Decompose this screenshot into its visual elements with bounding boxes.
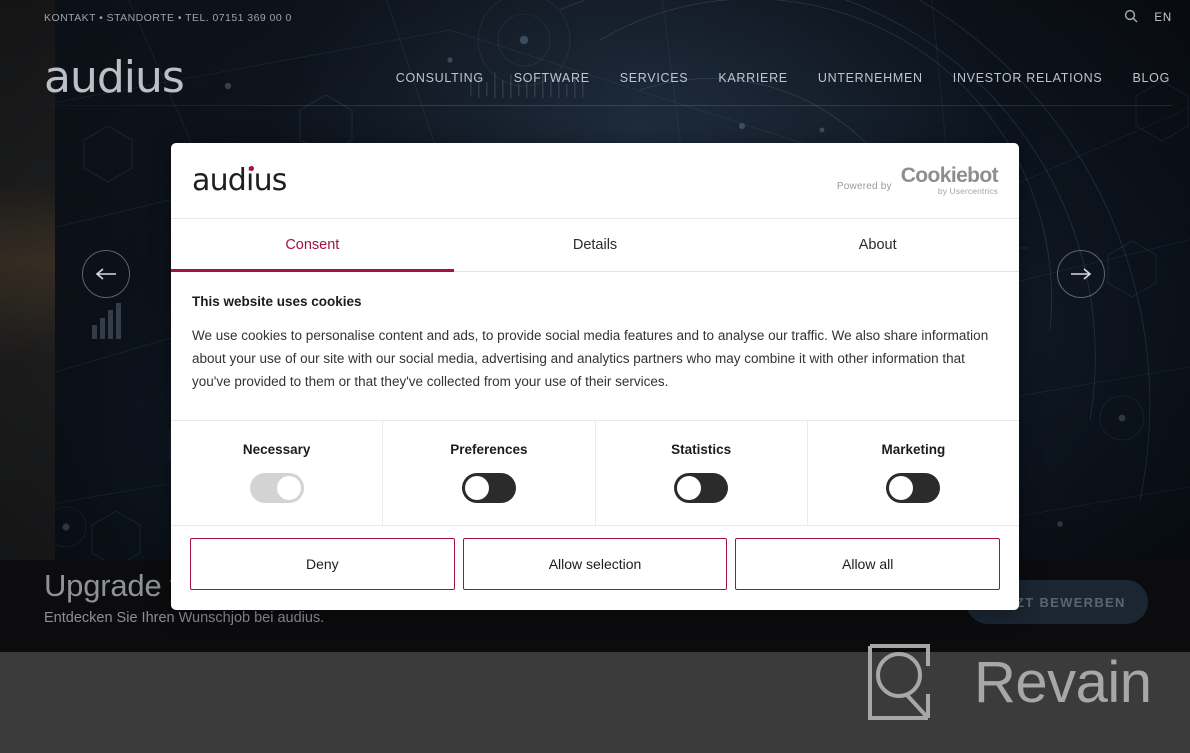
dialog-header: audius Powered by Cookiebot by Usercentr… (171, 143, 1019, 218)
nav-item-blog[interactable]: BLOG (1132, 71, 1170, 85)
arrow-right-icon (1071, 268, 1092, 280)
nav-item-unternehmen[interactable]: UNTERNEHMEN (818, 71, 923, 85)
nav-item-investor-relations[interactable]: INVESTOR RELATIONS (953, 71, 1103, 85)
category-marketing: Marketing (808, 421, 1019, 525)
dialog-tabs: Consent Details About (171, 218, 1019, 272)
carousel-prev-button[interactable] (82, 250, 130, 298)
allow-selection-button[interactable]: Allow selection (462, 537, 728, 590)
toggle-preferences-knob (464, 476, 489, 501)
nav-item-software[interactable]: SOFTWARE (514, 71, 590, 85)
language-selector[interactable]: EN (1154, 12, 1172, 24)
tab-details[interactable]: Details (454, 219, 737, 271)
nav-divider (44, 105, 1172, 106)
dialog-body-text: We use cookies to personalise content an… (192, 328, 989, 390)
category-necessary-label: Necessary (242, 442, 311, 458)
cookiebot-logo[interactable]: Cookiebot by Usercentrics (900, 163, 999, 197)
toggle-marketing-knob (889, 476, 914, 501)
toggle-necessary (249, 473, 304, 504)
category-preferences: Preferences (383, 420, 596, 525)
search-icon[interactable] (1124, 9, 1138, 28)
left-edge-glow (0, 180, 55, 360)
topbar: KONTAKT • STANDORTE • TEL. 07151 369 00 … (0, 0, 1190, 36)
dialog-body: This website uses cookies We use cookies… (171, 272, 1019, 421)
nav-item-consulting[interactable]: CONSULTING (396, 71, 484, 85)
nav-links: CONSULTING SOFTWARE SERVICES KARRIERE UN… (396, 71, 1170, 85)
bar-chart-icon (92, 303, 121, 339)
tab-about[interactable]: About (736, 219, 1019, 271)
toggle-statistics[interactable] (674, 473, 729, 504)
carousel-next-button[interactable] (1057, 250, 1105, 298)
dialog-brand-text: audius (192, 163, 287, 198)
deny-button[interactable]: Deny (190, 537, 455, 590)
main-navigation: audius CONSULTING SOFTWARE SERVICES KARR… (0, 44, 1190, 112)
category-necessary: Necessary (171, 420, 384, 525)
category-marketing-label: Marketing (881, 442, 946, 458)
category-statistics-label: Statistics (671, 442, 732, 458)
revain-watermark: Revain (866, 642, 1152, 722)
nav-item-karriere[interactable]: KARRIERE (718, 71, 788, 85)
cookiebot-subtitle: by Usercentrics (937, 186, 998, 197)
dialog-body-title: This website uses cookies (192, 294, 362, 309)
topbar-right-group: EN (1124, 9, 1172, 28)
powered-by-label: Powered by (836, 181, 892, 193)
allow-all-button[interactable]: Allow all (735, 537, 1001, 590)
site-logo[interactable]: audius (44, 56, 185, 100)
revain-watermark-text: Revain (974, 649, 1152, 715)
dialog-actions: Deny Allow selection Allow all (171, 526, 1019, 610)
toggle-preferences[interactable] (461, 473, 516, 504)
page-root: KONTAKT • STANDORTE • TEL. 07151 369 00 … (0, 0, 1190, 753)
banner-subtitle: Entdecken Sie Ihren Wunschjob bei audius… (44, 610, 325, 626)
powered-by-group: Powered by Cookiebot by Usercentrics (836, 163, 999, 197)
arrow-left-icon (95, 268, 116, 280)
category-statistics: Statistics (596, 420, 808, 525)
topbar-contact-line[interactable]: KONTAKT • STANDORTE • TEL. 07151 369 00 … (44, 12, 292, 24)
cookiebot-name: Cookiebot (900, 163, 999, 187)
toggle-statistics-knob (677, 476, 702, 501)
dialog-brand-logo: audius (192, 163, 287, 198)
revain-logo-icon (868, 644, 930, 720)
cookie-consent-dialog: audius Powered by Cookiebot by Usercentr… (171, 143, 1019, 610)
logo-accent-dot (249, 166, 254, 171)
tab-consent[interactable]: Consent (171, 219, 454, 272)
toggle-marketing[interactable] (886, 473, 941, 504)
category-preferences-label: Preferences (450, 442, 528, 458)
consent-categories: Necessary Preferences Statistics Marketi… (171, 420, 1019, 526)
nav-item-services[interactable]: SERVICES (620, 71, 689, 85)
toggle-necessary-knob (276, 476, 301, 501)
